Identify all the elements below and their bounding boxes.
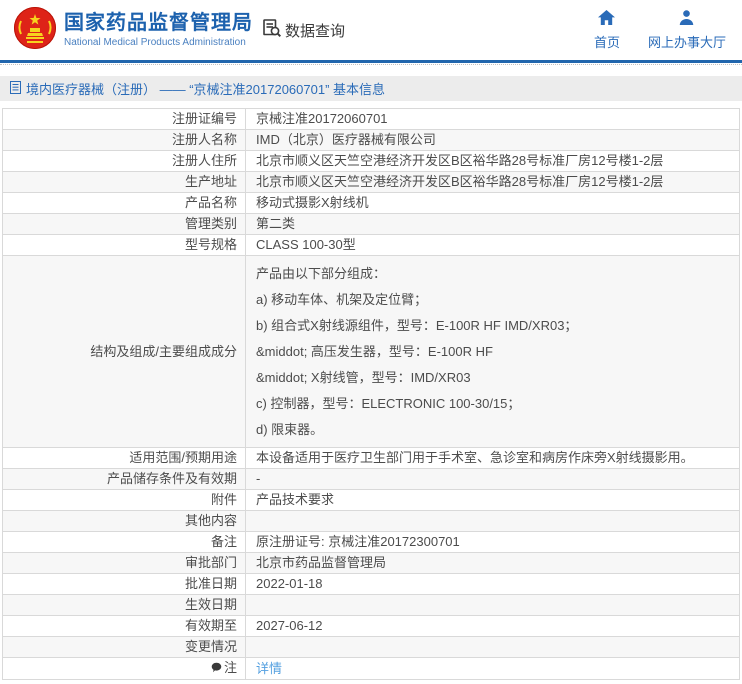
row-label: 生产地址 <box>3 172 246 193</box>
site-header: 国家药品监督管理局 National Medical Products Admi… <box>0 0 742 60</box>
table-row: 注册证编号 京械注准20172060701 <box>3 109 740 130</box>
row-label: 附件 <box>3 490 246 511</box>
row-label: 其他内容 <box>3 511 246 532</box>
row-label: 有效期至 <box>3 616 246 637</box>
registration-info-table: 注册证编号 京械注准20172060701 注册人名称 IMD（北京）医疗器械有… <box>2 108 740 680</box>
composition-line: 产品由以下部分组成： <box>256 265 733 282</box>
composition-line: d) 限束器。 <box>256 421 733 438</box>
row-value: CLASS 100-30型 <box>246 235 740 256</box>
row-label: 注册人名称 <box>3 130 246 151</box>
row-value: 2027-06-12 <box>246 616 740 637</box>
row-value: 京械注准20172060701 <box>246 109 740 130</box>
composition-line: &middot; 高压发生器，型号：E-100R HF <box>256 343 733 360</box>
table-row: 变更情况 <box>3 637 740 658</box>
row-label: 注册人住所 <box>3 151 246 172</box>
row-label: 型号规格 <box>3 235 246 256</box>
note-value-cell: 详情 <box>246 658 740 680</box>
composition-line: &middot; X射线管，型号：IMD/XR03 <box>256 369 733 386</box>
data-query-label: 数据查询 <box>285 20 345 41</box>
row-value: - <box>246 469 740 490</box>
row-label: 注册证编号 <box>3 109 246 130</box>
home-icon <box>598 10 615 28</box>
row-label: 生效日期 <box>3 595 246 616</box>
breadcrumb: 境内医疗器械（注册） —— “京械注准20172060701” 基本信息 <box>0 76 742 101</box>
nmpa-logo[interactable]: 国家药品监督管理局 National Medical Products Admi… <box>13 6 253 55</box>
row-label: 批准日期 <box>3 574 246 595</box>
table-row: 适用范围/预期用途 本设备适用于医疗卫生部门用于手术室、急诊室和病房作床旁X射线… <box>3 448 740 469</box>
row-value: 移动式摄影X射线机 <box>246 193 740 214</box>
table-row: 产品储存条件及有效期 - <box>3 469 740 490</box>
row-value: 北京市药品监督管理局 <box>246 553 740 574</box>
row-value: 北京市顺义区天竺空港经济开发区B区裕华路28号标准厂房12号楼1-2层 <box>246 172 740 193</box>
note-row: 注 详情 <box>3 658 740 680</box>
table-row: 管理类别 第二类 <box>3 214 740 235</box>
details-link[interactable]: 详情 <box>256 661 282 676</box>
row-label: 产品名称 <box>3 193 246 214</box>
nav-home-label: 首页 <box>594 32 620 51</box>
composition-value: 产品由以下部分组成： a) 移动车体、机架及定位臂； b) 组合式X射线源组件，… <box>246 256 740 448</box>
table-row: 型号规格 CLASS 100-30型 <box>3 235 740 256</box>
person-icon <box>679 10 694 28</box>
row-label: 审批部门 <box>3 553 246 574</box>
row-value: 产品技术要求 <box>246 490 740 511</box>
row-value: 2022-01-18 <box>246 574 740 595</box>
data-query-tab[interactable]: 数据查询 <box>262 18 345 42</box>
document-icon <box>10 81 21 97</box>
national-emblem-icon <box>13 6 57 55</box>
breadcrumb-text: 境内医疗器械（注册） —— “京械注准20172060701” 基本信息 <box>26 79 385 98</box>
table-row: 有效期至 2027-06-12 <box>3 616 740 637</box>
row-label: 变更情况 <box>3 637 246 658</box>
document-search-icon <box>262 18 282 42</box>
row-label: 备注 <box>3 532 246 553</box>
header-divider-dotted <box>0 63 742 65</box>
table-row: 备注 原注册证号: 京械注准20172300701 <box>3 532 740 553</box>
comment-bubble-icon <box>211 659 222 679</box>
nav-home[interactable]: 首页 <box>594 10 620 51</box>
row-label: 管理类别 <box>3 214 246 235</box>
composition-line: b) 组合式X射线源组件，型号：E-100R HF IMD/XR03； <box>256 317 733 334</box>
row-label: 结构及组成/主要组成成分 <box>3 256 246 448</box>
row-value: 原注册证号: 京械注准20172300701 <box>246 532 740 553</box>
row-label: 适用范围/预期用途 <box>3 448 246 469</box>
table-row: 批准日期 2022-01-18 <box>3 574 740 595</box>
table-row: 生产地址 北京市顺义区天竺空港经济开发区B区裕华路28号标准厂房12号楼1-2层 <box>3 172 740 193</box>
nav-online-service-hall[interactable]: 网上办事大厅 <box>648 10 726 51</box>
note-label: 注 <box>224 660 237 675</box>
org-name-en: National Medical Products Administration <box>64 37 253 48</box>
table-row: 生效日期 <box>3 595 740 616</box>
table-row: 其他内容 <box>3 511 740 532</box>
row-value: 本设备适用于医疗卫生部门用于手术室、急诊室和病房作床旁X射线摄影用。 <box>246 448 740 469</box>
row-value: 第二类 <box>246 214 740 235</box>
table-row: 附件 产品技术要求 <box>3 490 740 511</box>
table-row: 审批部门 北京市药品监督管理局 <box>3 553 740 574</box>
row-value: 北京市顺义区天竺空港经济开发区B区裕华路28号标准厂房12号楼1-2层 <box>246 151 740 172</box>
org-name-cn: 国家药品监督管理局 <box>64 12 253 35</box>
composition-row: 结构及组成/主要组成成分 产品由以下部分组成： a) 移动车体、机架及定位臂； … <box>3 256 740 448</box>
row-value <box>246 595 740 616</box>
table-row: 产品名称 移动式摄影X射线机 <box>3 193 740 214</box>
composition-line: c) 控制器，型号：ELECTRONIC 100-30/15； <box>256 395 733 412</box>
table-row: 注册人名称 IMD（北京）医疗器械有限公司 <box>3 130 740 151</box>
composition-line: a) 移动车体、机架及定位臂； <box>256 291 733 308</box>
row-value <box>246 511 740 532</box>
row-value: IMD（北京）医疗器械有限公司 <box>246 130 740 151</box>
nav-hall-label: 网上办事大厅 <box>648 32 726 51</box>
row-label: 产品储存条件及有效期 <box>3 469 246 490</box>
brand-titles: 国家药品监督管理局 National Medical Products Admi… <box>64 12 253 48</box>
row-value <box>246 637 740 658</box>
note-label-cell: 注 <box>3 658 246 680</box>
table-row: 注册人住所 北京市顺义区天竺空港经济开发区B区裕华路28号标准厂房12号楼1-2… <box>3 151 740 172</box>
top-nav: 首页 网上办事大厅 <box>594 10 742 51</box>
